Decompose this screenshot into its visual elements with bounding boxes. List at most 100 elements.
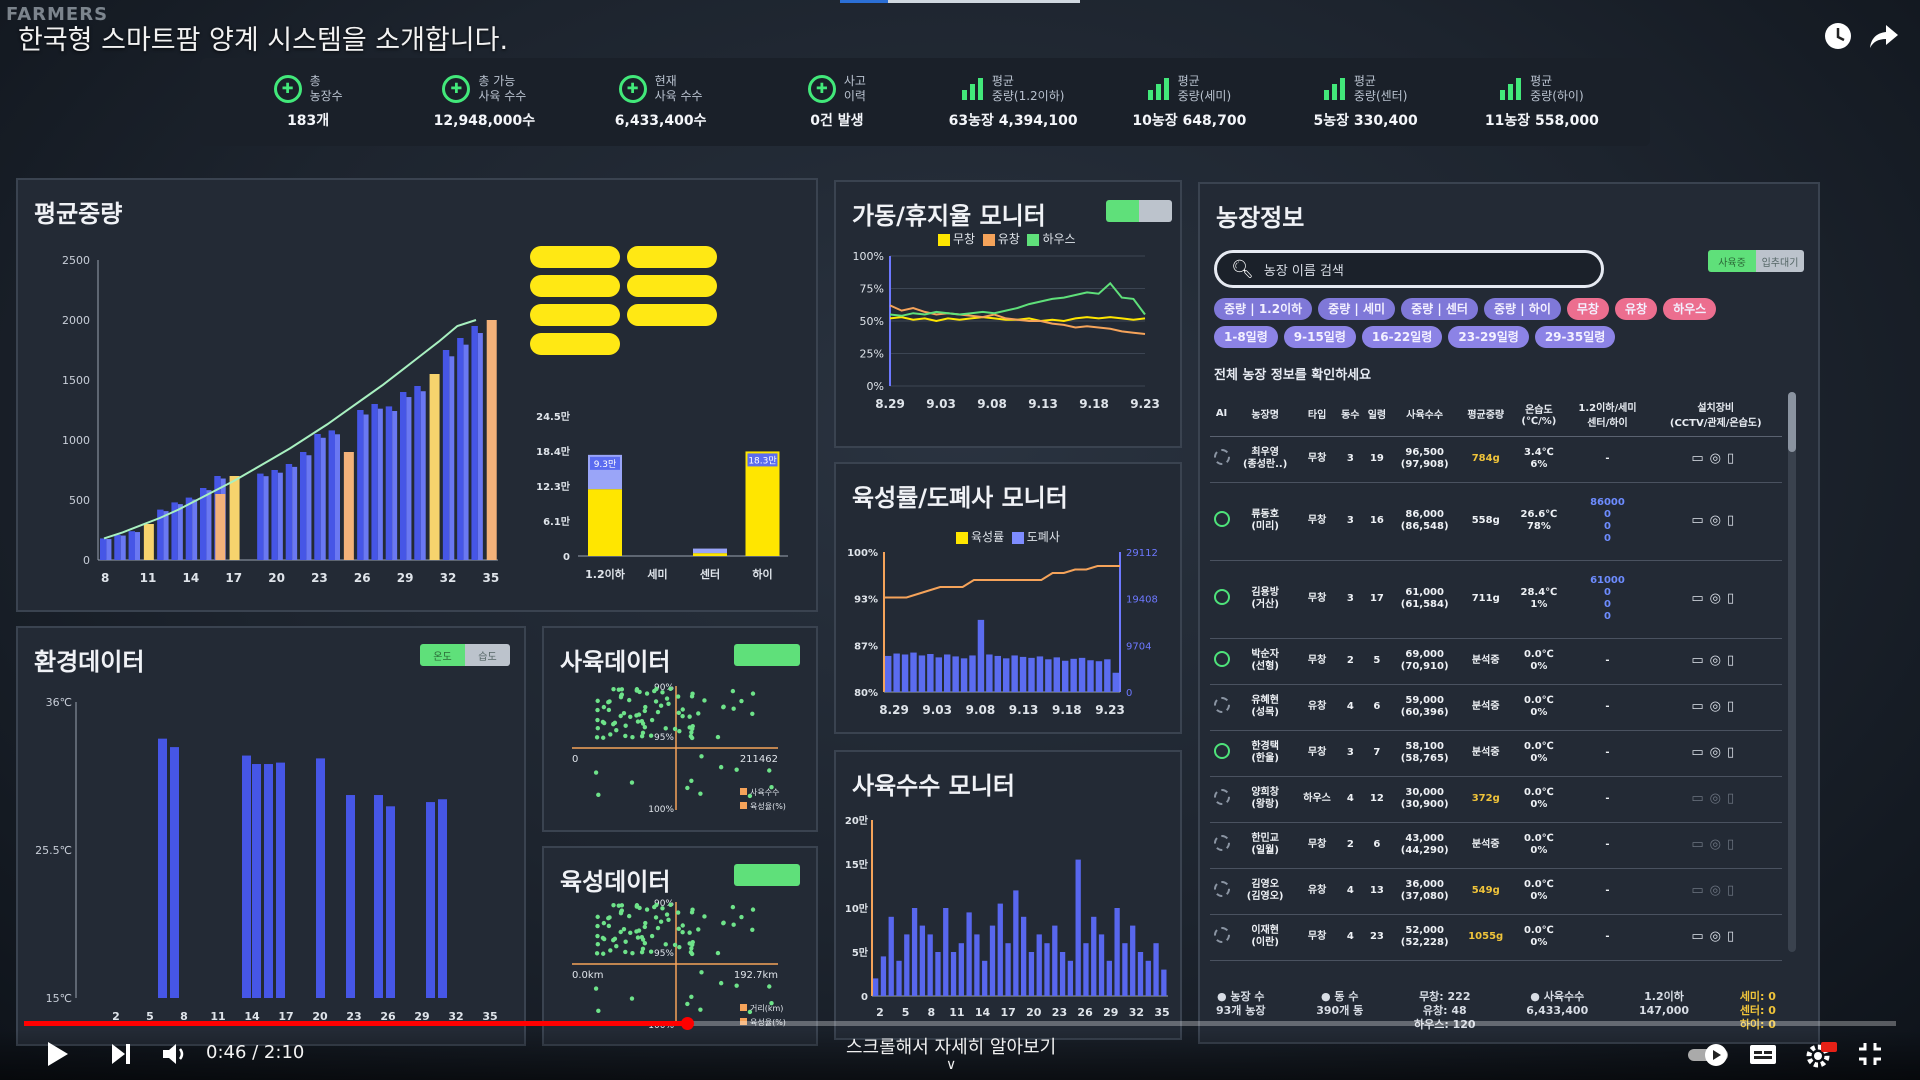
volume-icon[interactable] (160, 1040, 190, 1075)
temperature-bar (386, 806, 395, 998)
scatter-point (690, 907, 695, 912)
breeding-toggle[interactable] (734, 644, 800, 666)
raising-toggle[interactable] (734, 864, 800, 886)
table-row[interactable]: 최우영 (종성란..) 무창 3 19 96,500 (97,908) 784g 3.4℃ 6% -… (1210, 436, 1782, 483)
column-header[interactable]: 동수 (1337, 392, 1364, 437)
settings-icon[interactable] (1804, 1040, 1838, 1077)
mortality-bar (1011, 655, 1018, 692)
class-bar (693, 548, 727, 554)
y-tick-label: 2000 (62, 314, 90, 327)
video-progress-bar[interactable] (24, 1017, 1896, 1030)
column-header[interactable]: 농장명 (1233, 392, 1298, 437)
captions-icon[interactable] (1748, 1040, 1778, 1075)
column-header[interactable]: AI (1210, 392, 1234, 437)
weight-pill[interactable] (627, 304, 717, 326)
stat-item: 평균 중량(세미) 10농장 648,700 (1114, 74, 1264, 130)
y-tick-label: 93% (854, 595, 878, 606)
count-bar (904, 934, 910, 996)
scatter-point (595, 923, 600, 929)
y-tick-label: 0 (563, 552, 570, 563)
mortality-bar (1045, 659, 1052, 692)
panel-title: 가동/휴지율 모니터 (852, 202, 1046, 230)
table-row[interactable]: 한경택 (한울) 무창 3 7 58,100 (58,765) 분석중 0.0℃ 0% - ▭◎▯ (1210, 730, 1782, 777)
filter-chip[interactable]: 무창 (1566, 298, 1609, 320)
scatter-point (606, 699, 611, 705)
panel-title: 환경데이터 (34, 648, 145, 676)
video-title[interactable]: 한국형 스마트팜 양계 시스템을 소개합니다. (18, 18, 508, 57)
bar-chart-icon (1147, 78, 1170, 100)
scatter-point (601, 704, 607, 710)
operation-rate-panel: 가동/휴지율 모니터 무창 유창 하우스 0% 25% 50% 75% 100% 8.29… (834, 180, 1182, 448)
column-header[interactable]: 설치장비 (CCTV/관제/온습도) (1649, 392, 1782, 437)
filter-chip[interactable]: 유창 (1614, 298, 1658, 320)
weight-pill[interactable] (530, 246, 620, 268)
table-row[interactable]: 한민교 (일월) 무창 2 6 43,000 (44,290) 분석중 0.0℃ 0% - ▭◎▯ (1210, 822, 1782, 869)
age-filter-chip[interactable]: 1-8일령 (1214, 326, 1278, 348)
x-tick-label: 0 (572, 754, 578, 765)
temp-humidity-cell: 0.0℃ 0% (1512, 822, 1566, 869)
stat-value: 12,948,000수 (433, 113, 536, 129)
column-header[interactable]: 일령 (1363, 392, 1391, 437)
device-icons: ▭◎▯ (1691, 928, 1741, 944)
column-header[interactable]: 평균중량 (1459, 392, 1513, 437)
device-icons: ▭◎▯ (1691, 590, 1741, 606)
ai-status-icon (1213, 789, 1230, 805)
operation-toggle[interactable] (1106, 200, 1172, 222)
table-row[interactable]: 유혜현 (성목) 유창 4 6 59,000 (60,396) 분석중 0.0℃ 0% - ▭◎▯ (1210, 684, 1782, 731)
weight-pill[interactable] (530, 333, 620, 355)
age-filter-chip[interactable]: 9-15일령 (1283, 326, 1356, 348)
weight-pill[interactable] (530, 304, 620, 326)
filter-chip[interactable]: 중량 | 1.2이하 (1214, 298, 1313, 320)
weight-pill[interactable] (530, 275, 620, 297)
column-header[interactable]: 온습도 (℃/%) (1512, 392, 1566, 437)
env-toggle[interactable]: 온도 습도 (420, 644, 510, 666)
scatter-point (595, 717, 600, 723)
video-player[interactable]: FARMERS 한국형 스마트팜 양계 시스템을 소개합니다. ✚ 총 농장수 183… (0, 0, 1920, 1080)
scatter-point (593, 986, 599, 991)
fullscreen-exit-icon[interactable] (1856, 1040, 1884, 1075)
farm-status-toggle[interactable]: 사육중 입추대기 (1708, 250, 1804, 272)
table-row[interactable]: 박순자 (선형) 무창 2 5 69,000 (70,910) 분석중 0.0℃ 0% - ▭◎▯ (1210, 638, 1782, 685)
share-icon[interactable] (1868, 20, 1900, 52)
temperature-bar (374, 795, 383, 998)
scatter-point (731, 922, 736, 927)
dong-cell: 3 (1337, 560, 1364, 639)
table-row[interactable]: 류동호 (미리) 무창 3 16 86,000 (86,548) 558g 26.6℃ 78% 86… (1210, 482, 1782, 561)
scatter-point (593, 770, 599, 775)
scroll-hint[interactable]: 스크롤해서 자세히 알아보기 ∨ (846, 1033, 1056, 1072)
table-row[interactable]: 양희창 (왕랑) 하우스 4 12 30,000 (30,900) 372g 0.0℃ 0% - ▭◎… (1210, 776, 1782, 823)
scatter-point (680, 714, 685, 719)
filter-chip[interactable]: 중량 | 세미 (1318, 298, 1396, 320)
grade-cell: - (1565, 730, 1650, 777)
column-header[interactable]: 1.2이하/세미 센터/하이 (1565, 392, 1650, 437)
filter-chip[interactable]: 중량 | 하이 (1483, 298, 1561, 320)
column-header[interactable]: 타입 (1297, 392, 1338, 437)
table-row[interactable]: 이재현 (이란) 무창 4 23 52,000 (52,228) 1055g 0.0℃ 0% - ▭◎… (1210, 914, 1782, 961)
weight-pill[interactable] (627, 246, 717, 268)
type-cell: 무창 (1297, 822, 1338, 869)
clock-icon[interactable] (1822, 20, 1854, 52)
autoplay-toggle[interactable] (1686, 1040, 1732, 1075)
x-tick-label: 32 (440, 571, 457, 585)
table-row[interactable]: 김영오 (김영오) 유창 4 13 36,000 (37,080) 549g 0.0℃ 0% - ▭◎… (1210, 868, 1782, 915)
progress-scrubber[interactable] (680, 1017, 694, 1030)
table-row[interactable]: 김용방 (거산) 무창 3 17 61,000 (61,584) 711g 28.4℃ 1% 610… (1210, 560, 1782, 639)
temperature-bar (252, 764, 261, 998)
weight-pill[interactable] (627, 275, 717, 297)
next-icon[interactable] (108, 1040, 134, 1075)
age-filter-chip[interactable]: 16-22일령 (1361, 326, 1443, 348)
filter-chip[interactable]: 하우스 (1663, 298, 1717, 320)
scatter-point (658, 703, 664, 708)
mortality-bar (1028, 657, 1035, 692)
table-scrollbar[interactable] (1788, 392, 1796, 952)
filter-chip[interactable]: 중량 | 센터 (1401, 298, 1478, 320)
age-filter-chip[interactable]: 23-29일령 (1448, 326, 1529, 348)
count-bar (982, 960, 988, 996)
age-filter-chip[interactable]: 29-35일령 (1534, 326, 1616, 348)
play-icon[interactable] (44, 1040, 70, 1075)
x-tick-label: 26 (354, 571, 371, 585)
farm-search-input[interactable]: 🔍︎ 농장 이름 검색 (1214, 250, 1604, 288)
count-cell: 69,000 (70,910) (1390, 638, 1460, 685)
weight-bar (300, 452, 307, 560)
column-header[interactable]: 사육수수 (1390, 392, 1460, 437)
